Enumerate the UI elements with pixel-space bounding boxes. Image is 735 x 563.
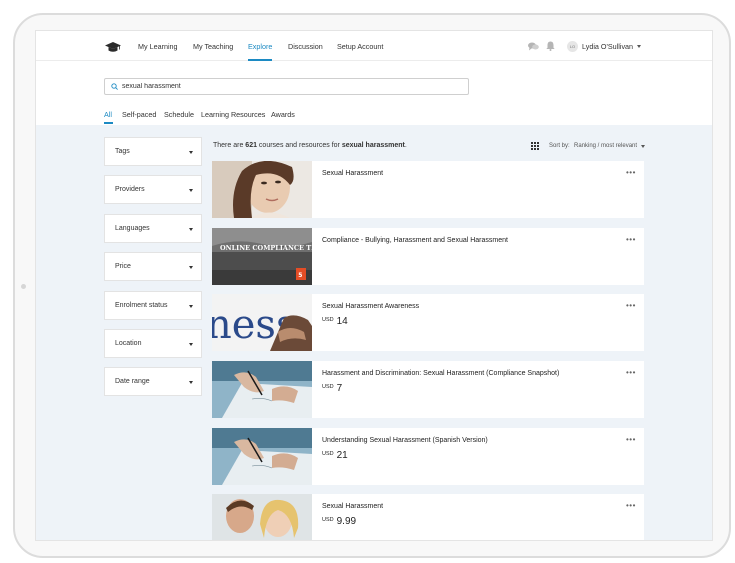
- course-thumbnail[interactable]: ness: [212, 294, 312, 351]
- nav-active-indicator: [248, 59, 272, 61]
- thumbnail-text: ONLINE COMPLIANCE TRAINING: [220, 244, 312, 252]
- chevron-down-icon: [189, 151, 193, 154]
- price-currency: USD: [322, 517, 334, 523]
- user-name[interactable]: Lydia O'Sullivan: [582, 42, 633, 51]
- more-options-icon[interactable]: •••: [626, 369, 636, 377]
- online-compliance-image: ONLINE COMPLIANCE TRAINING 5: [212, 228, 312, 285]
- facet-label: Providers: [115, 186, 145, 193]
- chevron-down-icon: [189, 228, 193, 231]
- nav-my-learning[interactable]: My Learning: [138, 42, 178, 51]
- course-thumbnail[interactable]: [212, 494, 312, 540]
- svg-text:5: 5: [298, 272, 302, 279]
- course-card[interactable]: Sexual Harassment USD 9.99 •••: [212, 494, 644, 540]
- tab-all[interactable]: All: [104, 110, 112, 119]
- more-options-icon[interactable]: •••: [626, 502, 636, 510]
- search-input[interactable]: [122, 81, 462, 92]
- results-summary: There are 621 courses and resources for …: [213, 142, 407, 149]
- more-options-icon[interactable]: •••: [626, 302, 636, 310]
- course-title[interactable]: Compliance - Bullying, Harassment and Se…: [322, 237, 508, 244]
- tablet-home-dot: [21, 284, 26, 289]
- results-prefix: There are: [213, 142, 246, 149]
- chevron-down-icon: [189, 266, 193, 269]
- price-amount: 14: [336, 316, 348, 327]
- chevron-down-icon: [189, 305, 193, 308]
- facet-label: Enrolment status: [115, 302, 168, 309]
- facet-languages[interactable]: Languages: [104, 214, 202, 243]
- facet-label: Tags: [115, 148, 130, 155]
- price-currency: USD: [322, 451, 334, 457]
- facet-label: Price: [115, 263, 131, 270]
- couple-image: [212, 494, 312, 540]
- chevron-down-icon: [189, 343, 193, 346]
- facet-label: Languages: [115, 225, 150, 232]
- facet-tags[interactable]: Tags: [104, 137, 202, 166]
- newspaper-image: ness: [212, 294, 312, 351]
- course-title[interactable]: Sexual Harassment Awareness: [322, 303, 419, 310]
- course-price: USD 21: [322, 450, 348, 461]
- course-title[interactable]: Harassment and Discrimination: Sexual Ha…: [322, 370, 559, 377]
- sort-select[interactable]: Ranking / most relevant: [574, 143, 637, 149]
- top-nav: My Learning My Teaching Explore Discussi…: [36, 31, 712, 61]
- facet-price[interactable]: Price: [104, 252, 202, 281]
- nav-explore[interactable]: Explore: [248, 42, 272, 51]
- price-amount: 21: [336, 450, 348, 461]
- course-thumbnail[interactable]: [212, 161, 312, 218]
- course-card[interactable]: Understanding Sexual Harassment (Spanish…: [212, 428, 644, 485]
- search-box: [104, 78, 469, 95]
- facet-label: Date range: [115, 378, 150, 385]
- more-options-icon[interactable]: •••: [626, 436, 636, 444]
- nav-discussion[interactable]: Discussion: [288, 42, 323, 51]
- price-currency: USD: [322, 317, 334, 323]
- course-thumbnail[interactable]: [212, 428, 312, 485]
- results-count: 621: [245, 142, 257, 149]
- course-price: USD 9.99: [322, 516, 356, 527]
- facet-label: Location: [115, 340, 142, 347]
- course-title[interactable]: Sexual Harassment: [322, 170, 383, 177]
- nav-my-teaching[interactable]: My Teaching: [193, 42, 233, 51]
- results-suffix: .: [404, 142, 407, 149]
- course-thumbnail[interactable]: ONLINE COMPLIANCE TRAINING 5: [212, 228, 312, 285]
- price-amount: 7: [336, 383, 343, 394]
- course-card[interactable]: Sexual Harassment •••: [212, 161, 644, 218]
- course-card[interactable]: ONLINE COMPLIANCE TRAINING 5 Compliance …: [212, 228, 644, 285]
- course-title[interactable]: Sexual Harassment: [322, 503, 383, 510]
- more-options-icon[interactable]: •••: [626, 236, 636, 244]
- signing-document-image: [212, 428, 312, 485]
- tab-learning-resources[interactable]: Learning Resources: [201, 110, 265, 119]
- results-query: sexual harassment: [341, 142, 405, 149]
- graduation-cap-icon[interactable]: [105, 41, 121, 53]
- sort-label: Sort by:: [549, 143, 570, 149]
- bell-icon[interactable]: [546, 41, 555, 51]
- chevron-down-icon: [189, 189, 193, 192]
- chevron-down-icon[interactable]: [641, 145, 645, 148]
- course-thumbnail[interactable]: [212, 361, 312, 418]
- course-card[interactable]: ness Sexual Harassment Awareness USD 14 •…: [212, 294, 644, 351]
- signing-document-image: [212, 361, 312, 418]
- tab-schedule[interactable]: Schedule: [164, 110, 194, 119]
- nav-setup-account[interactable]: Setup Account: [337, 42, 383, 51]
- tab-self-paced[interactable]: Self-paced: [122, 110, 156, 119]
- chat-icon[interactable]: [528, 42, 539, 51]
- tab-active-indicator: [104, 122, 113, 124]
- woman-portrait-image: [212, 161, 312, 218]
- search-icon: [111, 83, 118, 90]
- course-card[interactable]: Harassment and Discrimination: Sexual Ha…: [212, 361, 644, 418]
- facet-date-range[interactable]: Date range: [104, 367, 202, 396]
- facet-providers[interactable]: Providers: [104, 175, 202, 204]
- course-title[interactable]: Understanding Sexual Harassment (Spanish…: [322, 437, 488, 444]
- course-price: USD 14: [322, 316, 348, 327]
- grid-view-icon[interactable]: [531, 142, 539, 150]
- avatar[interactable]: LO: [567, 41, 578, 52]
- price-currency: USD: [322, 384, 334, 390]
- results-middle: courses and resources for: [256, 142, 342, 149]
- facet-enrolment-status[interactable]: Enrolment status: [104, 291, 202, 320]
- course-price: USD 7: [322, 383, 342, 394]
- price-amount: 9.99: [336, 516, 357, 527]
- chevron-down-icon[interactable]: [637, 45, 641, 48]
- chevron-down-icon: [189, 381, 193, 384]
- more-options-icon[interactable]: •••: [626, 169, 636, 177]
- facet-location[interactable]: Location: [104, 329, 202, 358]
- tab-awards[interactable]: Awards: [271, 110, 295, 119]
- app-screen: My Learning My Teaching Explore Discussi…: [35, 30, 713, 541]
